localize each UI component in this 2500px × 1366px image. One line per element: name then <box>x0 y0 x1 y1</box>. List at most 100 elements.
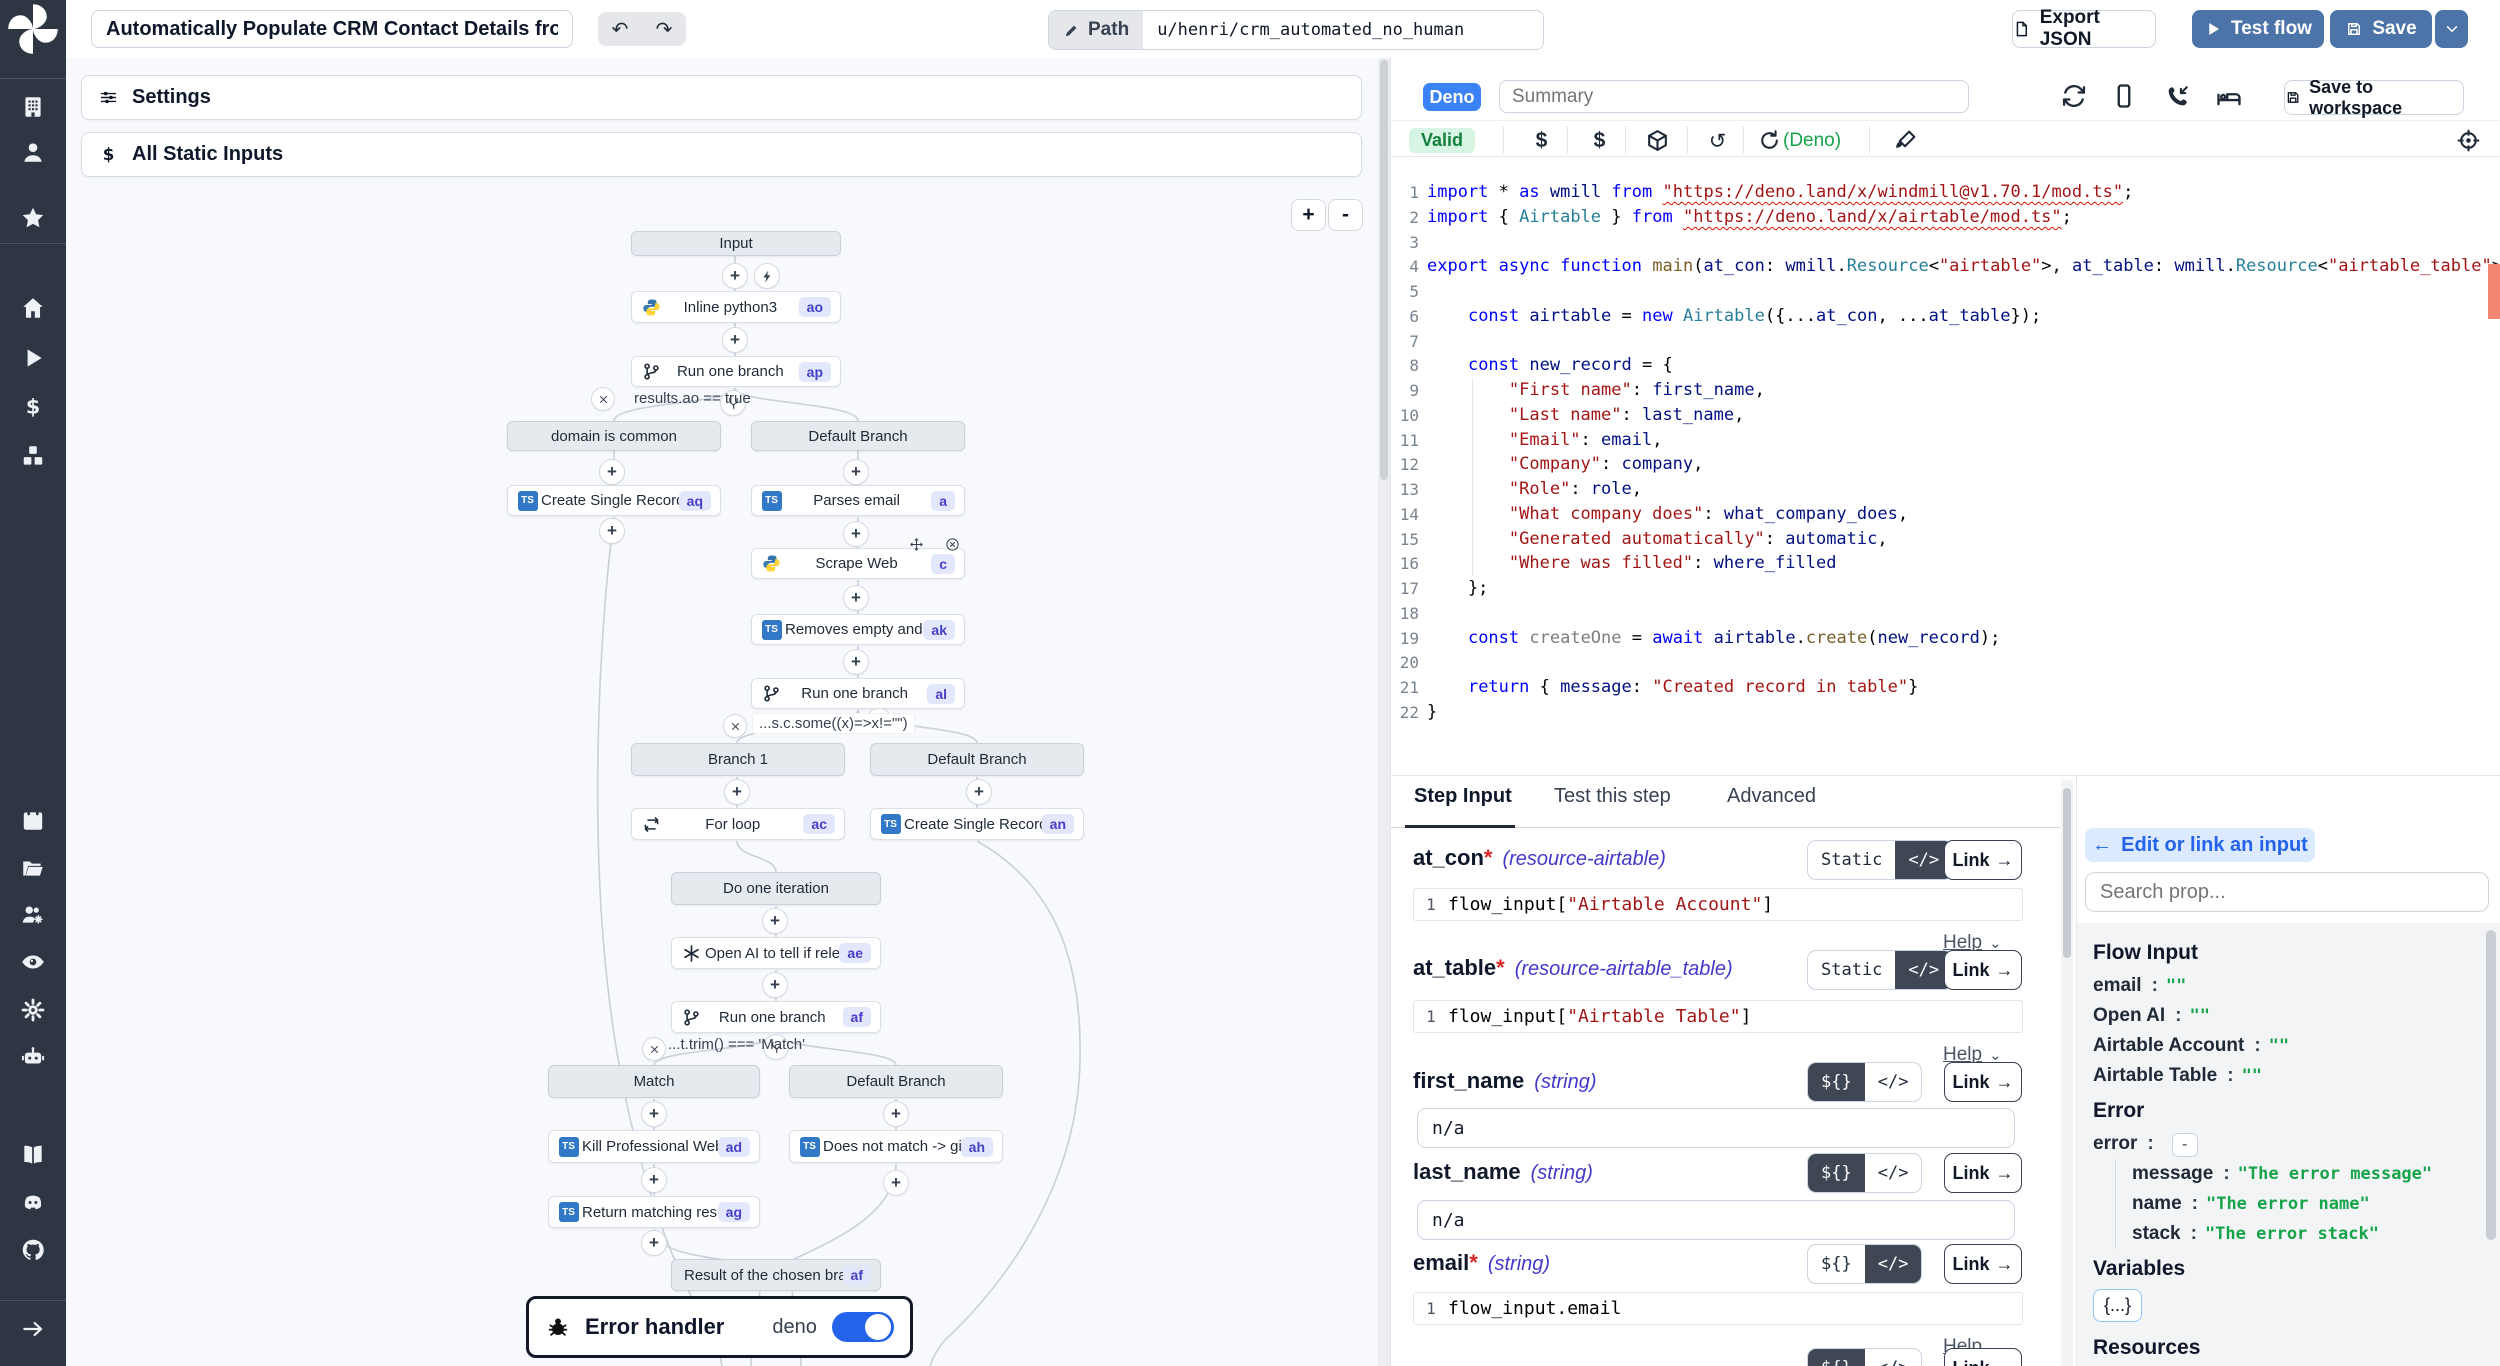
sidebar-item-favorites[interactable] <box>0 197 66 239</box>
brush-icon[interactable] <box>1893 128 1918 153</box>
run-one-branch-ap-node[interactable]: Run one branchap <box>631 356 841 387</box>
add-step-button[interactable]: + <box>966 779 992 805</box>
reload-icon[interactable] <box>1757 128 1782 153</box>
input-mode-toggle[interactable]: ${}</> <box>1807 1244 1922 1284</box>
does-not-match-empty-value-node[interactable]: TSDoes not match -> gives empty valueah <box>789 1130 1003 1163</box>
sidebar-item-discord[interactable] <box>0 1182 66 1224</box>
add-step-button[interactable]: + <box>883 1170 909 1196</box>
remove-branch-button[interactable] <box>591 387 615 411</box>
code-line[interactable]: 20 <box>1391 650 2500 675</box>
error-handler-toggle[interactable] <box>832 1312 894 1342</box>
prop-row-airtable-account[interactable]: Airtable Account:"" <box>2093 1031 2500 1061</box>
edit-or-link-input-button[interactable]: ← Edit or link an input <box>2085 828 2315 862</box>
run-one-branch-al-node[interactable]: Run one branchal <box>751 678 965 709</box>
sidebar-item-audit-logs[interactable] <box>0 941 66 983</box>
delete-node-button[interactable] <box>941 533 963 555</box>
code-line[interactable]: 12 "Company": company, <box>1391 452 2500 477</box>
crosshair-icon[interactable] <box>2456 128 2481 153</box>
toggle-option[interactable]: </> <box>1865 1154 1922 1192</box>
for-loop-node[interactable]: For loopac <box>631 808 845 840</box>
prop-row-email[interactable]: email:"" <box>2093 971 2500 1001</box>
code-line[interactable]: 17 }; <box>1391 576 2500 601</box>
default-branch-2-node[interactable]: Default Branch <box>870 743 1084 776</box>
collapse-error-button[interactable]: - <box>2172 1133 2198 1157</box>
code-line[interactable]: 3 <box>1391 230 2500 255</box>
scrape-web-node[interactable]: Scrape Webc <box>751 548 965 579</box>
toggle-option[interactable]: Static <box>1808 951 1895 989</box>
field-value-first_name[interactable]: n/a <box>1417 1108 2015 1148</box>
sidebar-item-folders[interactable] <box>0 847 66 889</box>
input-mode-toggle[interactable]: ${}</> <box>1807 1153 1922 1193</box>
code-line[interactable]: 16 "Where was filled": where_filled <box>1391 551 2500 576</box>
add-step-button[interactable]: + <box>641 1230 667 1256</box>
tab-advanced[interactable]: Advanced <box>1727 785 1816 808</box>
flow-settings-button[interactable]: Settings <box>81 75 1362 120</box>
default-branch-3-node[interactable]: Default Branch <box>789 1065 1003 1098</box>
code-line[interactable]: 4export async function main(at_con: wmil… <box>1391 254 2500 279</box>
sidebar-item-github[interactable] <box>0 1229 66 1271</box>
test-flow-button[interactable]: Test flow <box>2192 10 2324 48</box>
sidebar-item-variables[interactable]: $ <box>0 386 66 428</box>
toggle-option[interactable]: </> <box>1865 1245 1922 1283</box>
move-node-handle[interactable] <box>905 533 927 555</box>
code-line[interactable]: 14 "What company does": what_company_doe… <box>1391 502 2500 527</box>
link-input-button[interactable]: Link→ <box>1944 1062 2022 1102</box>
do-one-iteration-node[interactable]: Do one iteration <box>671 872 881 905</box>
flow-canvas[interactable]: Settings $ All Static Inputs + - InputIn… <box>66 58 1390 1366</box>
add-step-button[interactable]: + <box>843 585 869 611</box>
inline-python3-node[interactable]: Inline python3ao <box>631 291 841 323</box>
add-step-button[interactable]: + <box>599 459 625 485</box>
sidebar-item-schedules[interactable] <box>0 799 66 841</box>
add-step-button[interactable]: + <box>843 459 869 485</box>
error-key-row[interactable]: error:- <box>2093 1129 2500 1159</box>
field-expression-at_table[interactable]: 1flow_input["Airtable Table"] <box>1413 1000 2023 1033</box>
sidebar-item-runs[interactable] <box>0 337 66 379</box>
canvas-scrollbar[interactable] <box>1378 58 1390 1366</box>
save-to-workspace-button[interactable]: Save to workspace <box>2284 80 2464 115</box>
dollar-var-icon[interactable]: $ <box>1529 128 1554 153</box>
code-editor[interactable]: 1import * as wmill from "https://deno.la… <box>1391 157 2500 776</box>
tab-step-input[interactable]: Step Input <box>1414 785 1512 808</box>
toggle-option[interactable]: ${} <box>1808 1245 1865 1283</box>
branch-1-node[interactable]: Branch 1 <box>631 743 845 776</box>
code-line[interactable]: 10 "Last name": last_name, <box>1391 403 2500 428</box>
error-handler-node[interactable]: Error handler deno <box>526 1296 913 1358</box>
add-step-button[interactable]: + <box>762 972 788 998</box>
link-input-button[interactable]: Link→ <box>1944 1153 2022 1193</box>
input-mode-toggle[interactable]: ${}</> <box>1807 1062 1922 1102</box>
prop-picker-scrollbar[interactable] <box>2486 930 2496 1240</box>
default-branch-1-node[interactable]: Default Branch <box>751 421 965 451</box>
trigger-icon[interactable] <box>754 263 780 289</box>
mobile-icon[interactable] <box>2110 82 2138 110</box>
link-input-button[interactable]: Link→ <box>1944 1244 2022 1284</box>
return-matching-result-node[interactable]: TSReturn matching resultag <box>548 1196 760 1228</box>
toggle-option[interactable]: </> <box>1865 1349 1922 1366</box>
branch-match-node[interactable]: Match <box>548 1065 760 1098</box>
prop-row-open-ai[interactable]: Open AI:"" <box>2093 1001 2500 1031</box>
path-control[interactable]: Path u/henri/crm_automated_no_human <box>1048 10 1544 50</box>
input-node[interactable]: Input <box>631 231 841 256</box>
save-button[interactable]: Save <box>2330 10 2432 48</box>
add-step-button[interactable]: + <box>641 1167 667 1193</box>
add-step-button[interactable]: + <box>724 779 750 805</box>
result-chosen-branch-node[interactable]: Result of the chosen branchaf <box>671 1259 881 1291</box>
add-step-button[interactable]: + <box>641 1101 667 1127</box>
path-value[interactable]: u/henri/crm_automated_no_human <box>1143 11 1543 49</box>
code-line[interactable]: 11 "Email": email, <box>1391 428 2500 453</box>
code-line[interactable]: 19 const createOne = await airtable.crea… <box>1391 626 2500 651</box>
add-step-button[interactable]: + <box>762 908 788 934</box>
link-input-button[interactable]: Link→ <box>1944 840 2022 880</box>
code-line[interactable]: 7 <box>1391 329 2500 354</box>
field-value-last_name[interactable]: n/a <box>1417 1200 2015 1240</box>
link-input-button[interactable]: Link→ <box>1944 1348 2022 1366</box>
add-step-button[interactable]: + <box>722 327 748 353</box>
undo-button[interactable]: ↶ <box>598 12 642 46</box>
removes-empty-duplicates-node[interactable]: TSRemoves empty and duplicatesak <box>751 614 965 645</box>
path-edit-button[interactable]: Path <box>1049 11 1143 49</box>
code-line[interactable]: 2import { Airtable } from "https://deno.… <box>1391 205 2500 230</box>
redo-button[interactable]: ↷ <box>642 12 686 46</box>
toggle-option[interactable]: ${} <box>1808 1063 1865 1101</box>
create-single-record-aq-node[interactable]: TSCreate Single Record (Airtable)aq <box>507 485 721 516</box>
add-step-button[interactable]: + <box>599 518 625 544</box>
remove-branch-button[interactable] <box>642 1037 666 1061</box>
